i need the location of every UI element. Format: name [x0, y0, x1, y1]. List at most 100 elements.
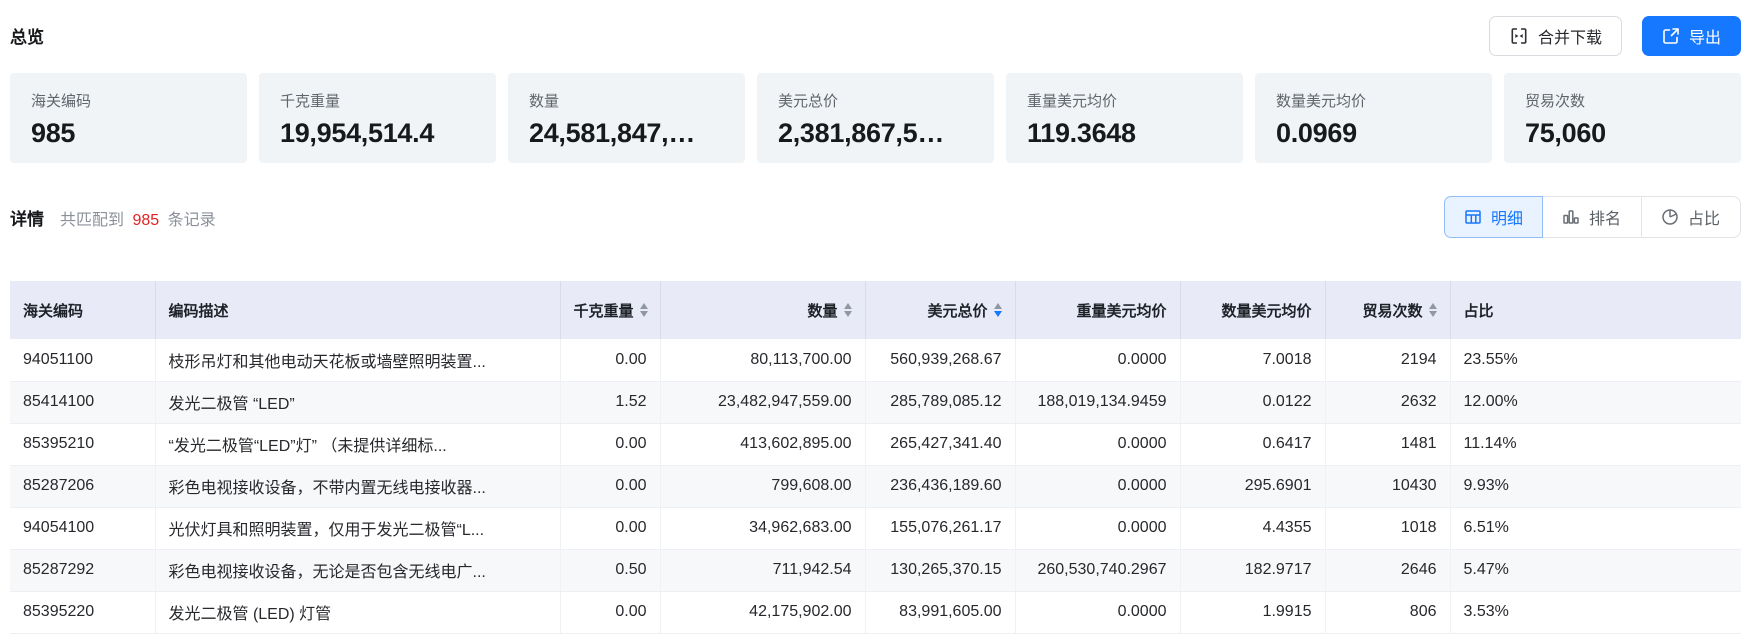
card-label: 海关编码	[31, 90, 226, 111]
cell-trade-count: 1481	[1325, 423, 1450, 465]
column-label: 贸易次数	[1362, 300, 1422, 321]
topbar-actions: 合并下载 导出	[1489, 16, 1741, 56]
col-qty-usd-avg: 数量美元均价	[1180, 281, 1325, 339]
cell-weight-usd-avg: 188,019,134.9459	[1015, 381, 1180, 423]
cell-quantity: 711,942.54	[660, 549, 865, 591]
top-bar: 总览 合并下载	[10, 0, 1741, 56]
summary-card-usd-total: 美元总价 2,381,867,5…	[757, 73, 994, 163]
cell-hs-code: 85395220	[10, 591, 155, 633]
card-value: 119.3648	[1027, 118, 1222, 149]
cell-trade-count: 806	[1325, 591, 1450, 633]
detail-table-wrap: 海关编码 编码描述 千克重量 数量 美元总价 重量美元均价 数量美元均价 贸易次…	[10, 281, 1741, 634]
cell-kg-weight: 0.00	[560, 339, 660, 381]
sort-icon[interactable]	[640, 303, 648, 317]
tab-ranking[interactable]: 排名	[1543, 197, 1641, 237]
column-label: 编码描述	[169, 303, 229, 320]
summary-card-kg-weight: 千克重量 19,954,514.4	[259, 73, 496, 163]
cell-quantity: 799,608.00	[660, 465, 865, 507]
cell-description: “发光二极管“LED”灯” （未提供详细标...	[155, 423, 560, 465]
view-tab-group: 明细 排名 占比	[1444, 196, 1741, 238]
cell-quantity: 34,962,683.00	[660, 507, 865, 549]
cell-share: 23.55%	[1450, 339, 1741, 381]
match-summary: 共匹配到 985 条记录	[60, 206, 216, 230]
cell-kg-weight: 0.50	[560, 549, 660, 591]
cell-usd-total: 285,789,085.12	[865, 381, 1015, 423]
table-row: 94054100 光伏灯具和照明装置，仅用于发光二极管“L... 0.00 34…	[10, 507, 1741, 549]
cell-hs-code: 85287206	[10, 465, 155, 507]
cell-quantity: 42,175,902.00	[660, 591, 865, 633]
cell-qty-usd-avg: 7.0018	[1180, 339, 1325, 381]
cell-weight-usd-avg: 0.0000	[1015, 465, 1180, 507]
cell-quantity: 413,602,895.00	[660, 423, 865, 465]
cell-weight-usd-avg: 0.0000	[1015, 339, 1180, 381]
cell-share: 6.51%	[1450, 507, 1741, 549]
cell-trade-count: 1018	[1325, 507, 1450, 549]
detail-table: 海关编码 编码描述 千克重量 数量 美元总价 重量美元均价 数量美元均价 贸易次…	[10, 281, 1741, 634]
sort-icon-desc-active[interactable]	[994, 303, 1002, 317]
cell-kg-weight: 0.00	[560, 423, 660, 465]
col-description: 编码描述	[155, 281, 560, 339]
cell-trade-count: 2632	[1325, 381, 1450, 423]
cell-share: 12.00%	[1450, 381, 1741, 423]
export-button[interactable]: 导出	[1642, 16, 1741, 56]
cell-kg-weight: 0.00	[560, 465, 660, 507]
tab-ranking-label: 排名	[1589, 205, 1621, 229]
card-label: 数量美元均价	[1276, 90, 1471, 111]
card-label: 美元总价	[778, 90, 973, 111]
summary-card-qty-usd-avg: 数量美元均价 0.0969	[1255, 73, 1492, 163]
cell-weight-usd-avg: 0.0000	[1015, 591, 1180, 633]
cell-qty-usd-avg: 0.6417	[1180, 423, 1325, 465]
tab-detail-label: 明细	[1491, 205, 1523, 229]
column-label: 数量美元均价	[1221, 303, 1311, 320]
col-trade-count[interactable]: 贸易次数	[1325, 281, 1450, 339]
col-kg-weight[interactable]: 千克重量	[560, 281, 660, 339]
column-label: 占比	[1464, 303, 1494, 320]
cell-share: 5.47%	[1450, 549, 1741, 591]
table-row: 85287292 彩色电视接收设备，无论是否包含无线电广... 0.50 711…	[10, 549, 1741, 591]
cell-hs-code: 85414100	[10, 381, 155, 423]
cell-qty-usd-avg: 4.4355	[1180, 507, 1325, 549]
table-row: 85287206 彩色电视接收设备，不带内置无线电接收器... 0.00 799…	[10, 465, 1741, 507]
tab-share[interactable]: 占比	[1641, 197, 1740, 237]
sort-icon[interactable]	[1429, 303, 1437, 317]
sort-icon[interactable]	[844, 303, 852, 317]
cell-kg-weight: 1.52	[560, 381, 660, 423]
cell-usd-total: 560,939,268.67	[865, 339, 1015, 381]
cell-kg-weight: 0.00	[560, 507, 660, 549]
cell-qty-usd-avg: 1.9915	[1180, 591, 1325, 633]
cell-quantity: 80,113,700.00	[660, 339, 865, 381]
card-label: 贸易次数	[1525, 90, 1720, 111]
export-icon	[1662, 27, 1680, 45]
cell-trade-count: 10430	[1325, 465, 1450, 507]
cell-kg-weight: 0.00	[560, 591, 660, 633]
col-hs-code: 海关编码	[10, 281, 155, 339]
card-value: 0.0969	[1276, 118, 1471, 149]
cell-trade-count: 2194	[1325, 339, 1450, 381]
card-label: 重量美元均价	[1027, 90, 1222, 111]
cell-usd-total: 155,076,261.17	[865, 507, 1015, 549]
cell-weight-usd-avg: 260,530,740.2967	[1015, 549, 1180, 591]
table-header-row: 海关编码 编码描述 千克重量 数量 美元总价 重量美元均价 数量美元均价 贸易次…	[10, 281, 1741, 339]
match-suffix: 条记录	[168, 212, 216, 229]
summary-cards: 海关编码 985 千克重量 19,954,514.4 数量 24,581,847…	[10, 73, 1741, 163]
cell-usd-total: 265,427,341.40	[865, 423, 1015, 465]
cell-qty-usd-avg: 0.0122	[1180, 381, 1325, 423]
column-label: 数量	[807, 300, 837, 321]
tab-detail[interactable]: 明细	[1444, 196, 1543, 238]
card-value: 2,381,867,5…	[778, 118, 973, 149]
card-value: 19,954,514.4	[280, 118, 475, 149]
cell-share: 9.93%	[1450, 465, 1741, 507]
col-share: 占比	[1450, 281, 1741, 339]
table-icon	[1464, 208, 1482, 226]
merge-download-button[interactable]: 合并下载	[1489, 16, 1622, 56]
cell-hs-code: 94054100	[10, 507, 155, 549]
cell-description: 枝形吊灯和其他电动天花板或墙壁照明装置...	[155, 339, 560, 381]
col-weight-usd-avg: 重量美元均价	[1015, 281, 1180, 339]
col-usd-total[interactable]: 美元总价	[865, 281, 1015, 339]
cell-hs-code: 85395210	[10, 423, 155, 465]
card-label: 数量	[529, 90, 724, 111]
cell-description: 彩色电视接收设备，无论是否包含无线电广...	[155, 549, 560, 591]
cell-hs-code: 94051100	[10, 339, 155, 381]
cell-hs-code: 85287292	[10, 549, 155, 591]
col-quantity[interactable]: 数量	[660, 281, 865, 339]
